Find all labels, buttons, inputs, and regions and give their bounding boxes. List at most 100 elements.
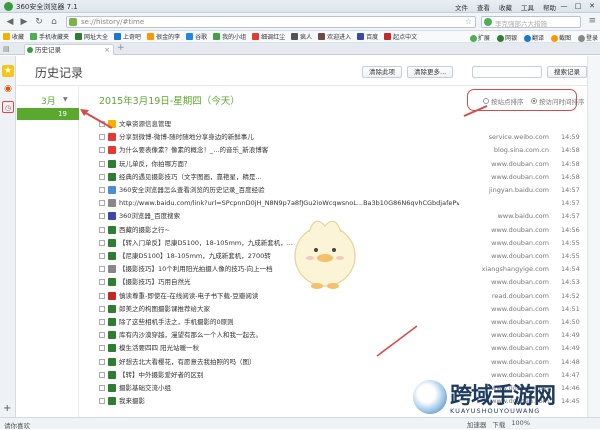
new-tab-icon[interactable]: + [117, 43, 125, 53]
row-checkbox[interactable] [99, 266, 105, 273]
row-checkbox[interactable] [99, 239, 105, 246]
history-title[interactable]: 【转】中外摄影爱好者的区别 [119, 370, 459, 381]
history-row[interactable]: 库有内沙漠穿越，漫望有那么一个人和我一起去。 www.douban.com 14:4… [99, 330, 580, 341]
screenshot-button[interactable]: 截图 [550, 33, 571, 42]
history-title[interactable]: http://www.baidu.com/link?url=SPcpnnD0jH… [119, 198, 459, 209]
history-row[interactable]: 好想去北大看樱花，有愿意去我拍照的吗（图） www.douban.com 14:48 [99, 357, 580, 368]
row-checkbox[interactable] [99, 398, 105, 405]
history-title[interactable]: 为什么要表像素？像素的概念！_...的音乐_新浪博客 [119, 145, 459, 156]
history-clock-icon[interactable]: ◷ [2, 101, 14, 113]
back-arrow-icon[interactable]: ◀ [4, 16, 16, 28]
status-item[interactable]: 下载 [492, 419, 505, 429]
scrollbar[interactable] [587, 56, 600, 417]
row-checkbox[interactable] [99, 279, 105, 286]
menu-file[interactable]: 文件 [455, 2, 468, 12]
favorite-link[interactable]: 百度 [357, 32, 378, 41]
history-title[interactable]: 除了这些相机手法之，手机摄影的0原则 [119, 317, 459, 328]
menu-icon[interactable]: ≡ [588, 16, 596, 26]
favorite-link[interactable]: 欢迎进入 [318, 32, 351, 41]
tab-history[interactable]: 历史记录 × [24, 44, 114, 55]
chevron-down-icon[interactable]: ▼ [63, 96, 68, 103]
status-item[interactable]: 加速器 [467, 419, 487, 429]
history-title[interactable]: 模生活要四四 阳光站暖一秋 [119, 343, 459, 354]
row-checkbox[interactable] [99, 160, 105, 167]
translate-button[interactable]: 翻译 [523, 33, 544, 42]
row-checkbox[interactable] [99, 187, 105, 193]
row-checkbox[interactable] [99, 226, 105, 233]
history-search-input[interactable] [472, 66, 542, 78]
history-title[interactable]: 摄影基础交流小组 [119, 383, 459, 394]
address-bar[interactable]: se://history/#time ☆ [66, 16, 476, 28]
history-row[interactable]: 为什么要表像素？像素的概念！_...的音乐_新浪博客 blog.sina.com.… [99, 145, 580, 156]
history-title[interactable]: 文章资源信息管理 [119, 119, 459, 130]
row-checkbox[interactable] [99, 213, 105, 220]
history-title[interactable]: 360安全浏览器怎么查看浏览的历史记录_百度经验 [119, 185, 459, 196]
row-checkbox[interactable] [99, 358, 105, 365]
favorite-link[interactable]: 收藏 [3, 32, 24, 41]
tab-close-icon[interactable]: × [104, 45, 110, 55]
history-title[interactable]: 好想去北大看樱花，有愿意去我拍照的吗（图） [119, 357, 459, 368]
clear-item-button[interactable]: 清除此项 [362, 66, 402, 78]
row-checkbox[interactable] [99, 121, 105, 127]
minimize-button[interactable]: — [558, 1, 570, 11]
extension-button[interactable]: 扩展 [469, 33, 490, 42]
favorite-link[interactable]: 上奇吧 [114, 32, 141, 41]
row-checkbox[interactable] [99, 371, 105, 378]
row-checkbox[interactable] [99, 200, 105, 207]
row-checkbox[interactable] [99, 134, 105, 141]
maximize-button[interactable]: □ [572, 1, 584, 11]
history-row[interactable]: 慎读尊重-即使在-在线阅读-电子书下载-豆瓣阅读 read.douban.com 1… [99, 291, 580, 302]
row-checkbox[interactable] [99, 332, 105, 339]
favorite-link[interactable]: 很金的李 [147, 32, 180, 41]
history-row[interactable]: 360安全浏览器怎么查看浏览的历史记录_百度经验 jingyan.baidu.co… [99, 185, 580, 196]
menu-view[interactable]: 查看 [477, 2, 490, 12]
month-label[interactable]: 3月 [41, 94, 56, 107]
favorite-link[interactable]: 起点中文 [384, 32, 417, 41]
forward-arrow-icon[interactable]: ▶ [18, 16, 30, 28]
close-window-button[interactable]: ✕ [586, 1, 598, 11]
add-sidebar-icon[interactable]: + [3, 403, 11, 414]
search-box[interactable]: 李克强部六大措施 [481, 16, 581, 28]
row-checkbox[interactable] [99, 173, 105, 180]
row-checkbox[interactable] [99, 147, 105, 154]
favorite-link[interactable]: 细调红尘 [252, 32, 285, 41]
history-title[interactable]: 玩儿单反，你拍哪方面？ [119, 159, 459, 170]
menu-tools[interactable]: 工具 [521, 2, 534, 12]
history-row[interactable]: 分享到微博-微博-随时随地分享身边的新鲜事儿 service.weibo.com 1… [99, 132, 580, 143]
favorite-link[interactable]: 手机收藏夹 [30, 32, 69, 41]
row-checkbox[interactable] [99, 305, 105, 312]
favorite-link[interactable]: 谷歌 [186, 32, 207, 41]
history-title[interactable]: 分享到微博-微博-随时随地分享身边的新鲜事儿 [119, 132, 459, 143]
history-title[interactable]: 库有内沙漠穿越，漫望有那么一个人和我一起去。 [119, 330, 459, 341]
menu-help[interactable]: 帮助 [543, 2, 556, 12]
row-checkbox[interactable] [99, 253, 105, 259]
netbank-button[interactable]: 网银 [496, 33, 517, 42]
clear-more-button[interactable]: 清除更多... [407, 66, 454, 78]
row-checkbox[interactable] [99, 319, 105, 325]
weibo-icon[interactable]: ◉ [2, 83, 14, 95]
history-row[interactable]: 文章资源信息管理 [99, 119, 569, 130]
favorites-star-icon[interactable]: ★ [2, 65, 14, 77]
history-title[interactable]: 郎美之的构图摄影课推荐给大家 [119, 304, 459, 315]
home-icon[interactable]: ⌂ [48, 16, 60, 28]
favorite-link[interactable]: 网址大全 [75, 32, 108, 41]
sort-by-time-option[interactable]: 按访问时间排序 [531, 96, 585, 106]
history-row[interactable]: 玩儿单反，你拍哪方面？ www.douban.com 14:58 [99, 159, 580, 170]
search-history-button[interactable]: 搜索记录 [547, 66, 587, 78]
row-checkbox[interactable] [99, 345, 105, 352]
row-checkbox[interactable] [99, 292, 105, 299]
history-row[interactable]: 模生活要四四 阳光站暖一秋 www.douban.com 14:49 [99, 343, 580, 354]
row-checkbox[interactable] [99, 385, 105, 391]
refresh-icon[interactable]: ↻ [33, 16, 45, 28]
tab-list-icon[interactable]: ▤ [3, 45, 10, 53]
favorite-link[interactable]: 我的小组 [213, 32, 246, 41]
history-row[interactable]: 经典的遇见摄影技巧（文字图画，靠艳星，精是... www.douban.com 14… [99, 172, 580, 183]
history-row[interactable]: 郎美之的构图摄影课推荐给大家 www.douban.com 14:51 [99, 304, 580, 315]
menu-favorites[interactable]: 收藏 [499, 2, 512, 12]
status-item[interactable]: 100% [511, 419, 530, 429]
selected-day[interactable]: 19 [17, 108, 79, 120]
bookmark-star-icon[interactable]: ☆ [465, 17, 472, 26]
login-button[interactable]: 登录 [577, 33, 598, 42]
history-row[interactable]: 除了这些相机手法之，手机摄影的0原则 www.douban.com 14:50 [99, 317, 580, 328]
sort-by-site-option[interactable]: 按站点排序 [483, 96, 524, 106]
